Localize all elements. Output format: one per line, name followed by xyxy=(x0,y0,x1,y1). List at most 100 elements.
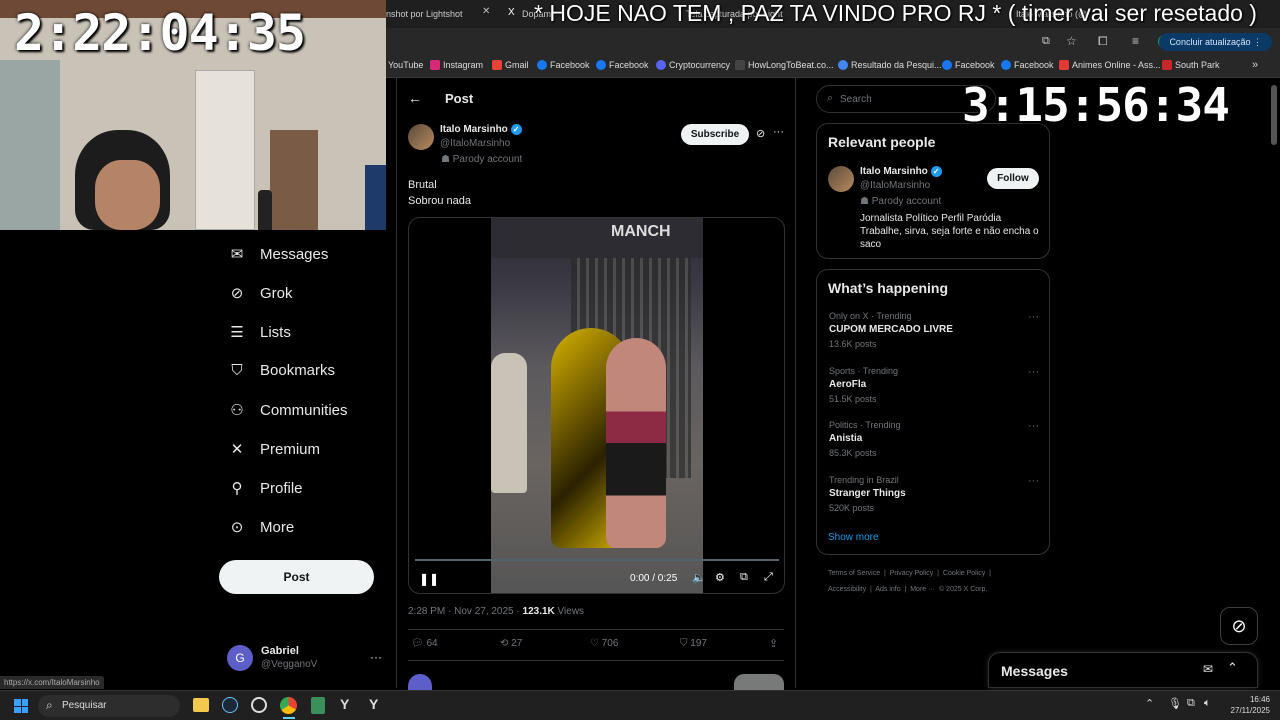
volume-icon[interactable]: 🔈 xyxy=(692,571,706,584)
fullscreen-icon[interactable]: ⤢ xyxy=(764,571,773,584)
follow-button[interactable]: Follow xyxy=(987,168,1039,189)
person-name-row[interactable]: Italo Marsinho ✓ xyxy=(860,166,942,177)
author-name-row[interactable]: Italo Marsinho ✓ xyxy=(440,124,522,135)
pause-icon[interactable]: ❚❚ xyxy=(419,572,439,586)
messages-drawer[interactable]: Messages ✉ ⌃ xyxy=(988,652,1258,688)
account-avatar[interactable]: G xyxy=(227,645,253,671)
show-more-link[interactable]: Show more xyxy=(828,532,879,543)
nav-bookmarks[interactable]: ⛉ Bookmarks xyxy=(228,362,335,379)
bookmark-item[interactable]: Resultado da Pesqui... xyxy=(838,60,942,70)
settings-icon[interactable]: ⚙ xyxy=(715,571,725,584)
app-icon[interactable]: Y xyxy=(369,696,378,712)
trend-more-icon[interactable]: ··· xyxy=(1028,420,1039,432)
steam-icon[interactable] xyxy=(222,697,238,713)
bookmark-item[interactable]: Facebook xyxy=(537,60,590,70)
picture-in-picture-icon[interactable]: ⧉ xyxy=(740,571,748,584)
expand-icon[interactable]: ⌃ xyxy=(1227,660,1238,676)
bookmark-item[interactable]: Gmail xyxy=(492,60,529,70)
bookmark-item[interactable]: Cryptocurrency xyxy=(656,60,730,70)
countdown-timer-right: 3:15:56:34 xyxy=(962,78,1230,132)
chrome-icon[interactable] xyxy=(280,697,297,714)
reply-button[interactable]: 💬︎ 64 xyxy=(411,638,438,649)
app-icon[interactable] xyxy=(311,697,325,714)
bookmark-label: Gmail xyxy=(505,60,529,70)
trend-more-icon[interactable]: ··· xyxy=(1028,366,1039,378)
person-name: Italo Marsinho xyxy=(860,166,928,178)
trend-item[interactable]: Politics · Trending Anistia 85.3K posts xyxy=(829,420,901,458)
repost-button[interactable]: ⟲ 27 xyxy=(500,638,522,649)
person-avatar[interactable] xyxy=(828,166,854,192)
bookmark-item[interactable]: YouTube xyxy=(388,60,423,70)
browser-tab[interactable]: nshot por Lightshot xyxy=(386,4,486,26)
browser-toolbar: ⧉ ☆ ⧠ ≡ G Concluir atualização ⋮ xyxy=(386,28,1280,56)
trend-name: Stranger Things xyxy=(829,488,906,499)
nav-premium[interactable]: ✕ Premium xyxy=(228,440,320,459)
microphone-icon[interactable]: 🎙︎ xyxy=(1168,697,1182,710)
storefront-sign xyxy=(491,218,703,258)
bystander-figure xyxy=(491,353,527,493)
nav-lists[interactable]: ☰ Lists xyxy=(228,323,291,342)
like-button[interactable]: ♡ 706 xyxy=(590,638,618,649)
post-more-icon[interactable]: ··· xyxy=(773,126,784,138)
finish-update-button[interactable]: Concluir atualização ⋮ xyxy=(1159,33,1272,51)
new-message-icon[interactable]: ✉ xyxy=(1203,662,1213,676)
taskbar-search[interactable]: ⌕ Pesquisar xyxy=(38,695,180,717)
volume-icon[interactable]: 🔈︎ xyxy=(1204,697,1211,710)
bookmark-item[interactable]: Facebook xyxy=(1001,60,1054,70)
network-icon[interactable]: ⧉ xyxy=(1187,697,1195,710)
account-menu-icon[interactable]: ··· xyxy=(370,650,382,664)
grok-icon[interactable]: ⊘ xyxy=(756,127,765,140)
nav-more[interactable]: ⊙ More xyxy=(228,518,294,537)
taskbar: ⌕ Pesquisar Y Y ⌃ 🎙︎ ⧉ 🔈︎ 16:46 27/11/20… xyxy=(0,690,1280,720)
page-scrollbar[interactable] xyxy=(1271,85,1277,145)
bookmark-button[interactable]: ⛉ 197 xyxy=(680,638,707,649)
bookmark-item[interactable]: HowLongToBeat.co... xyxy=(735,60,834,70)
author-handle[interactable]: @ItaloMarsinho xyxy=(440,138,510,149)
nav-communities[interactable]: ⚇ Communities xyxy=(228,401,347,420)
trend-item[interactable]: Sports · Trending AeroFla 51.5K posts xyxy=(829,366,898,404)
trend-item[interactable]: Trending in Brazil Stranger Things 520K po… xyxy=(829,475,906,513)
author-avatar[interactable] xyxy=(408,124,434,150)
nav-grok[interactable]: ⊘ Grok xyxy=(228,284,293,303)
footer-links[interactable]: Accessibility | Ads info | More ··· © 20… xyxy=(828,586,987,593)
bookmark-item[interactable]: Facebook xyxy=(942,60,995,70)
windows-start-icon[interactable] xyxy=(14,699,28,713)
app-icon[interactable]: Y xyxy=(340,696,349,712)
curtain xyxy=(0,60,60,230)
compose-post-button[interactable]: Post xyxy=(219,560,374,594)
app-icon[interactable] xyxy=(251,697,267,713)
nav-label: Grok xyxy=(260,284,293,302)
media-icon[interactable]: ≡ xyxy=(1132,34,1139,48)
repost-count: 27 xyxy=(511,638,523,649)
tray-overflow-icon[interactable]: ⌃ xyxy=(1145,697,1154,710)
nav-profile[interactable]: ⚲ Profile xyxy=(228,479,303,498)
trend-more-icon[interactable]: ··· xyxy=(1028,475,1039,487)
reply-submit-button[interactable] xyxy=(734,674,784,690)
nav-messages[interactable]: ✉ Messages xyxy=(228,245,329,264)
star-icon[interactable]: ☆ xyxy=(1066,34,1077,48)
video-progress-track[interactable] xyxy=(415,559,779,561)
verified-badge-icon: ✓ xyxy=(510,124,522,135)
bookmark-item[interactable]: South Park xyxy=(1162,60,1220,70)
bookmark-item[interactable]: Animes Online - Ass... xyxy=(1059,60,1161,70)
subscribe-button[interactable]: Subscribe xyxy=(681,124,749,145)
bookmark-item[interactable]: Facebook xyxy=(596,60,649,70)
cast-icon[interactable]: ⧉ xyxy=(1042,35,1050,48)
trend-item[interactable]: Only on X · Trending CUPOM MERCADO LIVRE 1… xyxy=(829,311,953,349)
grok-floating-button[interactable]: ⊘ xyxy=(1220,607,1258,645)
cryptocurrency-icon xyxy=(656,60,666,70)
file-explorer-icon[interactable] xyxy=(193,698,209,712)
parody-row: ☗ Parody account xyxy=(441,154,522,165)
sign-lettering: MANCH xyxy=(611,223,671,240)
bookmark-label: Facebook xyxy=(955,60,995,70)
back-arrow-icon[interactable]: ← xyxy=(408,90,422,106)
tab-close-icon[interactable]: ✕ xyxy=(482,6,490,17)
trend-more-icon[interactable]: ··· xyxy=(1028,311,1039,323)
share-icon[interactable]: ⇪ xyxy=(769,637,778,650)
bookmark-item[interactable]: Instagram xyxy=(430,60,483,70)
more-bookmarks-icon[interactable]: » xyxy=(1252,59,1258,71)
extensions-icon[interactable]: ⧠ xyxy=(1098,34,1108,49)
clock[interactable]: 16:46 27/11/2025 xyxy=(1226,694,1270,716)
footer-links[interactable]: Terms of Service | Privacy Policy | Cook… xyxy=(828,570,991,577)
video-player[interactable]: MANCH ❚❚ 0:00 / 0:25 🔈 ⚙ ⧉ ⤢ xyxy=(408,217,785,594)
